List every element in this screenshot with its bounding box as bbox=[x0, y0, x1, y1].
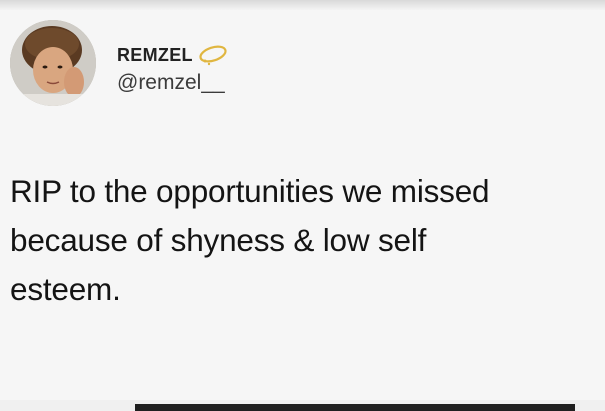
user-handle[interactable]: @remzel__ bbox=[117, 71, 230, 95]
display-name[interactable]: REMZEL bbox=[117, 45, 193, 66]
profile-photo-icon bbox=[10, 20, 96, 106]
display-name-row: REMZEL bbox=[117, 44, 230, 66]
tweet-text: RIP to the opportunities we missed becau… bbox=[10, 173, 490, 308]
bottom-dark-bar bbox=[135, 404, 575, 411]
top-edge bbox=[0, 0, 605, 10]
tweet-card: REMZEL @remzel__ RIP to the opportunitie… bbox=[0, 10, 605, 400]
halo-icon bbox=[196, 43, 230, 67]
tweet-author: REMZEL @remzel__ bbox=[117, 44, 230, 95]
bottom-edge bbox=[0, 400, 605, 411]
avatar[interactable] bbox=[10, 20, 96, 106]
